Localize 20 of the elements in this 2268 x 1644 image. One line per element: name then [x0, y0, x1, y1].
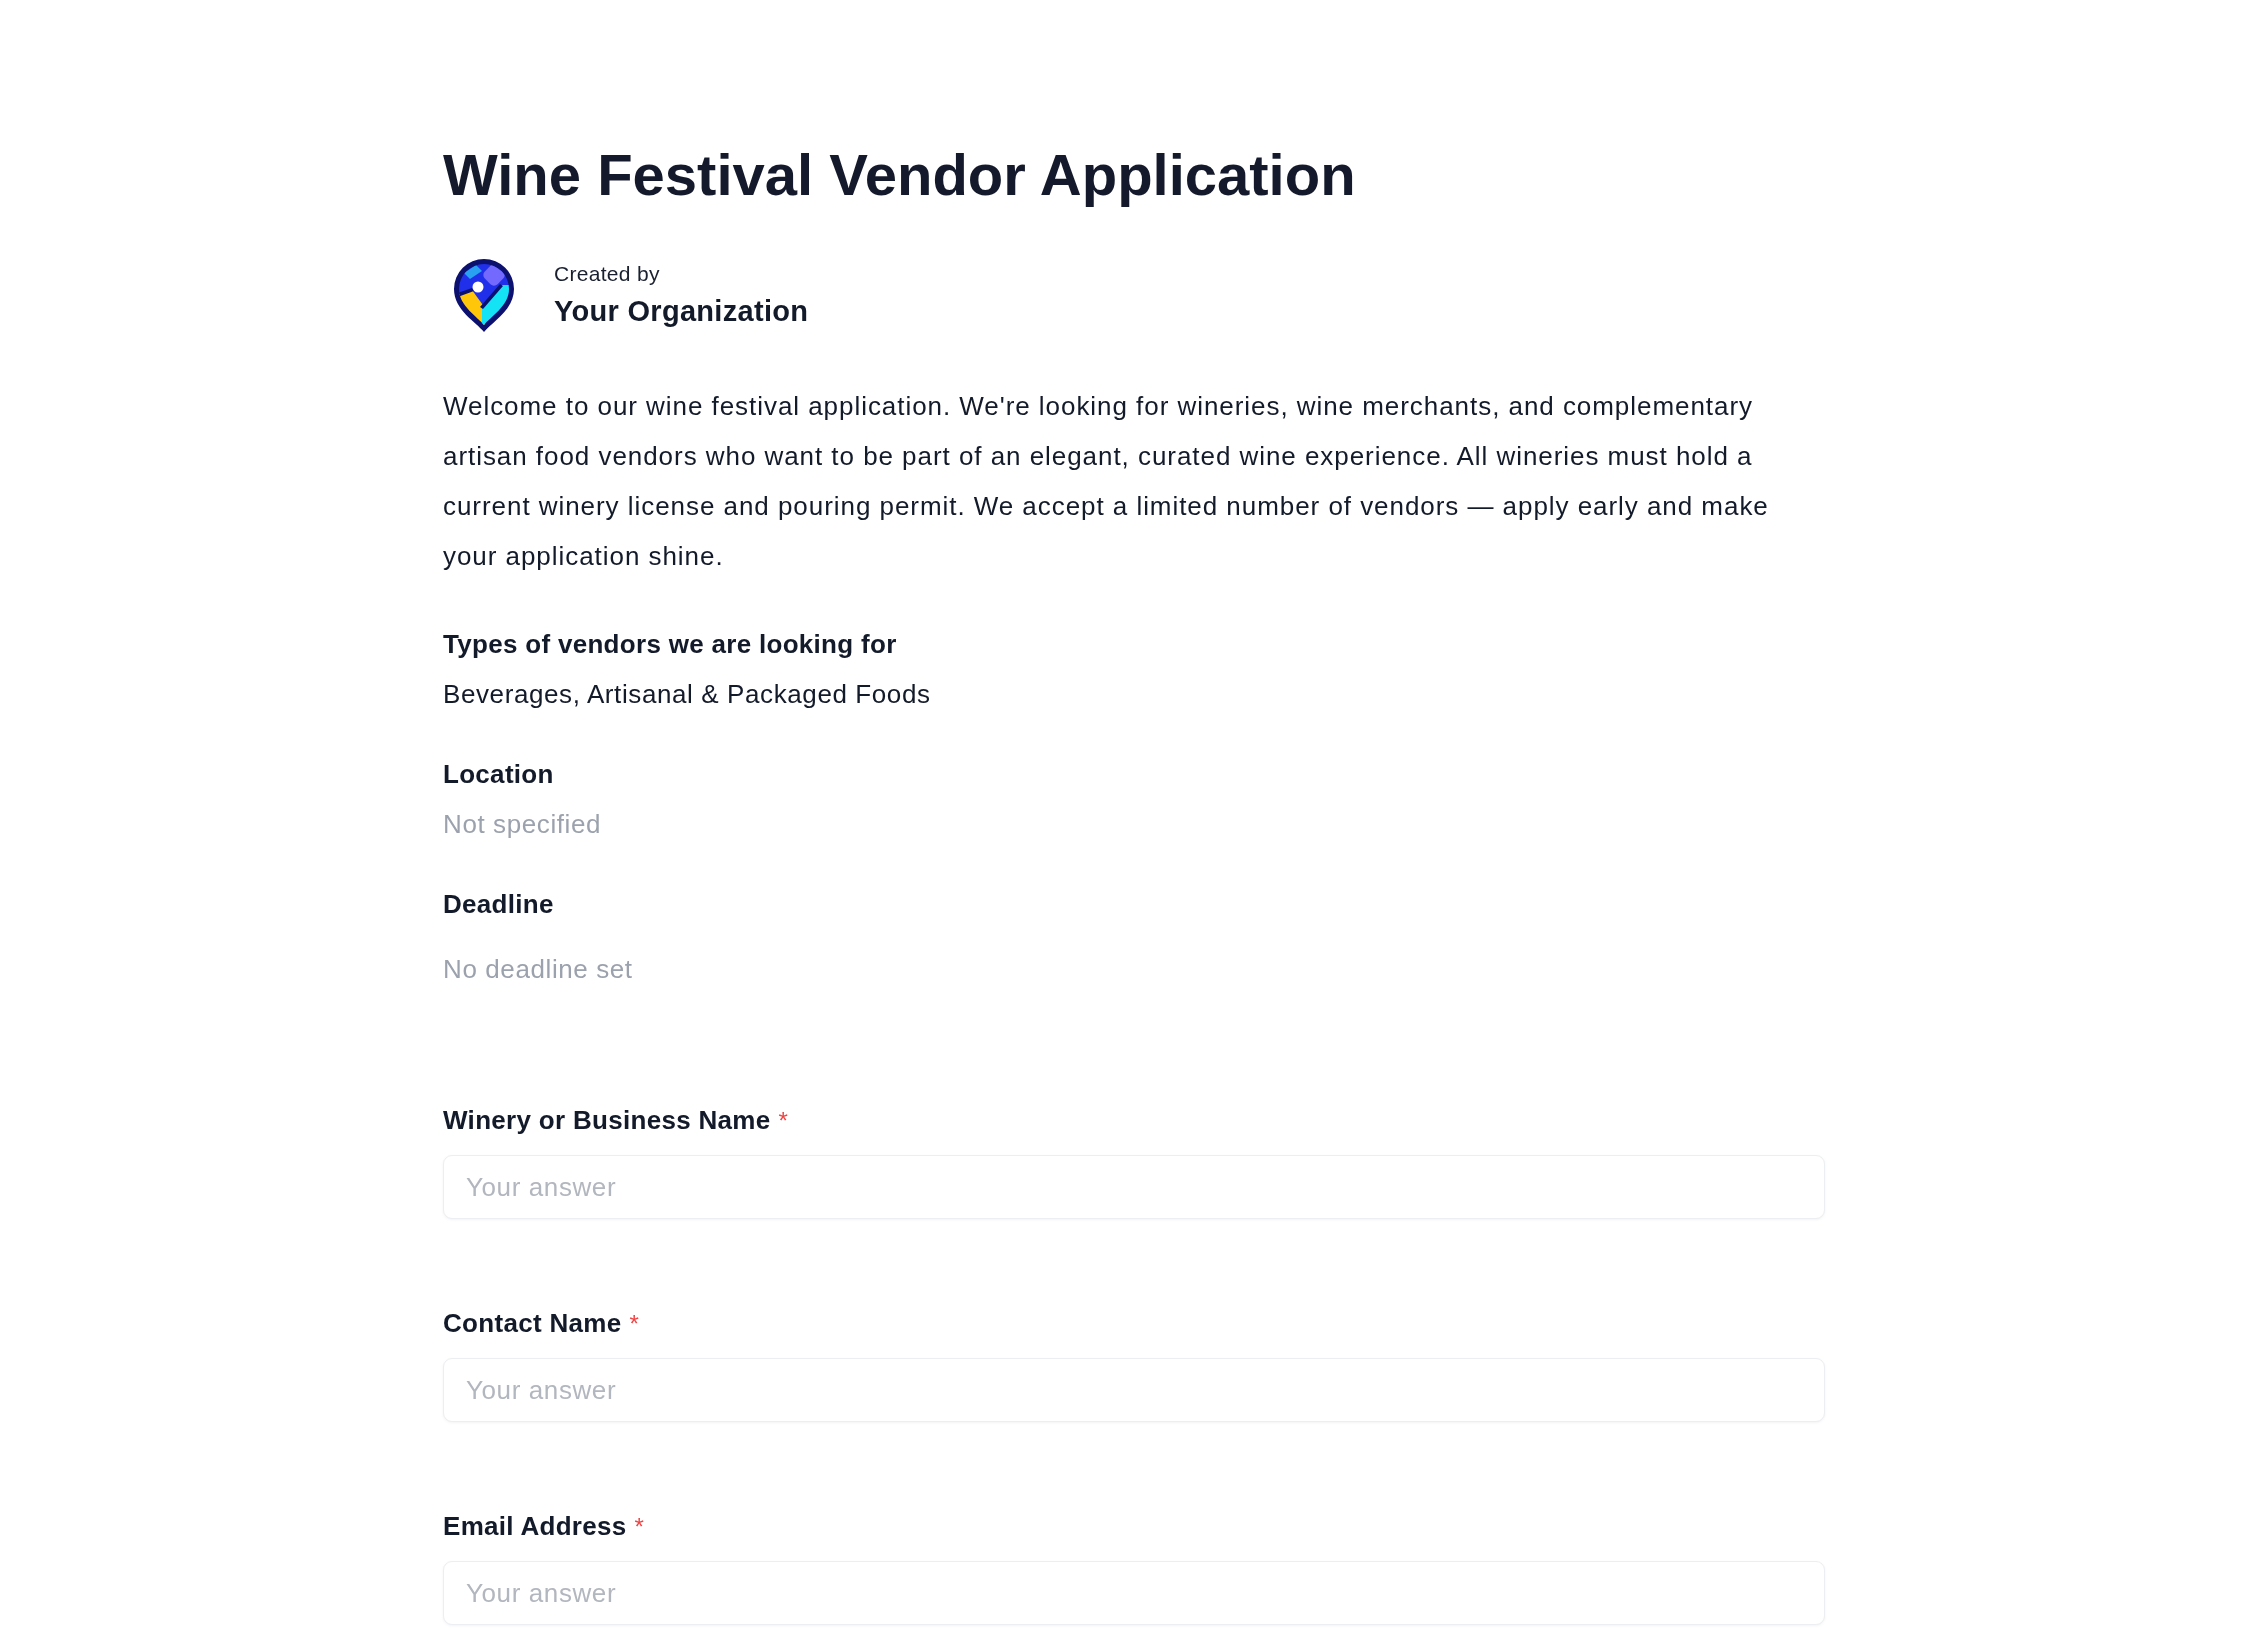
description-text: Welcome to our wine festival application. We're looking for wineries, wine merchants, and complementary artisan food vendors who want to be part of an elegant, curated wine experience. All wineries must hold a current winery license and pouring permit. We accept a limited number of vendors — apply early and make your application shine.: [443, 390, 1770, 573]
question-label: Contact Name: [443, 1307, 622, 1340]
question-label: Winery or Business Name: [443, 1104, 771, 1137]
detail-label: Location: [443, 758, 555, 791]
answer-field[interactable]: Your answer: [443, 1358, 1825, 1422]
detail-value: Not specified: [443, 808, 603, 841]
required-mark: *: [629, 1309, 639, 1339]
page-title: Wine Festival Vendor Application: [443, 141, 1357, 209]
organization-name: Your Organization: [554, 294, 809, 329]
required-mark: *: [778, 1106, 788, 1136]
detail-label: Types of vendors we are looking for: [443, 628, 898, 661]
pin-logo-icon: [452, 259, 516, 333]
detail-label: Deadline: [443, 888, 555, 921]
answer-field[interactable]: Your answer: [443, 1155, 1825, 1219]
question-label: Email Address: [443, 1510, 627, 1543]
detail-value: Beverages, Artisanal & Packaged Foods: [443, 678, 932, 711]
detail-value: No deadline set: [443, 953, 634, 986]
created-by-caption: Created by: [554, 261, 661, 287]
answer-field[interactable]: Your answer: [443, 1561, 1825, 1625]
required-mark: *: [634, 1512, 644, 1542]
